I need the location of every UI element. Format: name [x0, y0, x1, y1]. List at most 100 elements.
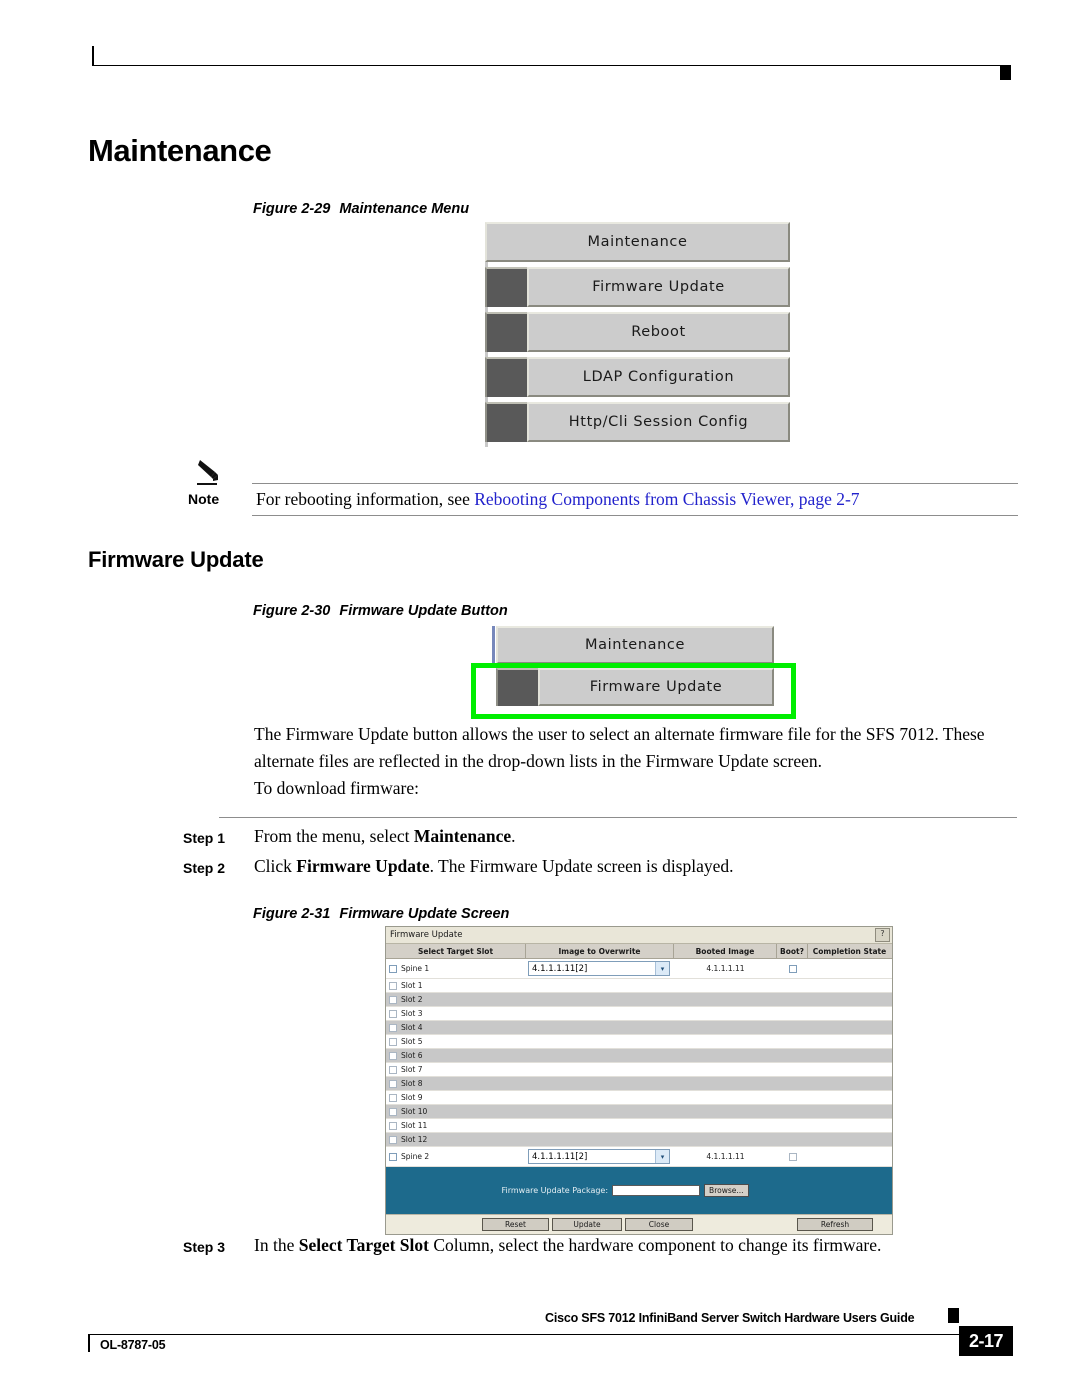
table-row[interactable]: Slot 7 — [386, 1063, 892, 1077]
menu-item-maintenance[interactable]: Maintenance — [496, 626, 774, 664]
cell-image-to-overwrite — [526, 1091, 674, 1104]
firmware-update-window-title: Firmware Update — [390, 930, 463, 940]
menu-item-ldap-configuration-label: LDAP Configuration — [527, 357, 790, 397]
slot-checkbox[interactable] — [389, 1037, 397, 1046]
pencil-icon — [196, 458, 230, 488]
slot-checkbox[interactable] — [389, 1107, 397, 1116]
table-row[interactable]: Slot 12 — [386, 1133, 892, 1147]
cell-select-target-slot: Slot 1 — [386, 979, 526, 992]
cell-booted-image — [674, 1105, 777, 1118]
slot-checkbox[interactable] — [389, 1121, 397, 1130]
chevron-down-icon[interactable]: ▾ — [655, 1150, 669, 1163]
menu-item-ldap-configuration[interactable]: LDAP Configuration — [485, 357, 790, 397]
cell-completion-state — [808, 1119, 891, 1132]
step-2-label: Step 2 — [183, 860, 226, 876]
menu-item-firmware-update[interactable]: Firmware Update — [485, 267, 790, 307]
table-row[interactable]: Slot 6 — [386, 1049, 892, 1063]
boot-checkbox[interactable] — [788, 964, 797, 973]
table-row[interactable]: Slot 2 — [386, 993, 892, 1007]
step-1-text-part2: . — [511, 826, 516, 846]
reset-button[interactable]: Reset — [482, 1218, 549, 1231]
cell-booted-image — [674, 1063, 777, 1076]
image-to-overwrite-select[interactable]: 4.1.1.1.11[2] ▾ — [528, 961, 670, 976]
header-left-tick — [92, 46, 94, 66]
image-to-overwrite-value: 4.1.1.1.11[2] — [532, 963, 588, 974]
cell-completion-state — [808, 1105, 891, 1118]
step-3-text-bold: Select Target Slot — [298, 1235, 429, 1255]
slot-checkbox[interactable] — [389, 1079, 397, 1088]
column-header-completion-state: Completion State — [812, 946, 887, 956]
menu-item-maintenance[interactable]: Maintenance — [485, 222, 790, 262]
slot-checkbox[interactable] — [389, 1051, 397, 1060]
note-link-rebooting-components[interactable]: Rebooting Components from Chassis Viewer… — [474, 489, 859, 509]
figure-2-31-title: Firmware Update Screen — [339, 906, 510, 922]
cell-select-target-slot: Slot 8 — [386, 1077, 526, 1090]
table-row[interactable]: Slot 1 — [386, 979, 892, 993]
firmware-update-package-input[interactable] — [612, 1185, 701, 1196]
table-row[interactable]: Spine 2 4.1.1.1.11[2] ▾ 4.1.1.1.11 — [386, 1147, 892, 1167]
refresh-button[interactable]: Refresh — [797, 1218, 873, 1231]
table-row[interactable]: Slot 10 — [386, 1105, 892, 1119]
figure-2-29-caption: Figure 2-29 Maintenance Menu — [253, 201, 469, 217]
slot-checkbox[interactable] — [389, 1152, 397, 1161]
close-button[interactable]: Close — [625, 1218, 693, 1231]
browse-button[interactable]: Browse... — [704, 1184, 749, 1197]
menu-item-http-cli-session-config[interactable]: Http/Cli Session Config — [485, 402, 790, 442]
slot-label: Slot 3 — [401, 1009, 423, 1018]
column-header-booted-image: Booted Image — [674, 944, 777, 958]
cell-image-to-overwrite — [526, 1077, 674, 1090]
table-row[interactable]: Slot 9 — [386, 1091, 892, 1105]
image-to-overwrite-select[interactable]: 4.1.1.1.11[2] ▾ — [528, 1149, 670, 1164]
slot-checkbox[interactable] — [389, 981, 397, 990]
table-row[interactable]: Slot 5 — [386, 1035, 892, 1049]
slot-label: Slot 12 — [401, 1135, 428, 1144]
table-row[interactable]: Slot 11 — [386, 1119, 892, 1133]
header-line — [92, 65, 1008, 66]
step-3-text: In the Select Target Slot Column, select… — [254, 1235, 881, 1256]
cell-booted-image — [674, 1077, 777, 1090]
cell-completion-state — [808, 1063, 891, 1076]
cell-boot — [777, 1049, 808, 1062]
slot-checkbox[interactable] — [389, 1135, 397, 1144]
slot-checkbox[interactable] — [389, 1093, 397, 1102]
figure-2-31-caption: Figure 2-31 Firmware Update Screen — [253, 906, 509, 922]
paragraph-firmware-description: The Firmware Update button allows the us… — [254, 724, 985, 771]
cell-boot — [777, 1133, 808, 1146]
cell-image-to-overwrite — [526, 979, 674, 992]
step-3-text-part1: In the — [254, 1235, 299, 1255]
slot-checkbox[interactable] — [389, 964, 397, 973]
footer-guide-title: Cisco SFS 7012 InfiniBand Server Switch … — [545, 1311, 915, 1325]
slot-checkbox[interactable] — [389, 1009, 397, 1018]
chevron-down-icon[interactable]: ▾ — [655, 962, 669, 975]
menu-gutter-icon — [485, 267, 527, 307]
step-1-label: Step 1 — [183, 830, 226, 846]
cell-booted-image — [674, 1133, 777, 1146]
cell-completion-state — [808, 993, 891, 1006]
cell-boot — [777, 993, 808, 1006]
help-icon[interactable]: ? — [875, 928, 890, 942]
slot-label: Slot 8 — [401, 1079, 423, 1088]
note-text: For rebooting information, see Rebooting… — [256, 489, 860, 510]
slot-checkbox[interactable] — [389, 1023, 397, 1032]
firmware-update-package-label: Firmware Update Package: — [501, 1186, 609, 1195]
firmware-upload-row: Firmware Update Package: Browse... — [501, 1184, 749, 1197]
table-row[interactable]: Slot 8 — [386, 1077, 892, 1091]
boot-checkbox[interactable] — [788, 1152, 797, 1161]
menu-item-reboot[interactable]: Reboot — [485, 312, 790, 352]
table-row[interactable]: Spine 1 4.1.1.1.11[2] ▾ 4.1.1.1.11 — [386, 959, 892, 979]
cell-select-target-slot: Slot 3 — [386, 1007, 526, 1020]
cell-image-to-overwrite — [526, 993, 674, 1006]
firmware-update-titlebar: Firmware Update ? — [386, 927, 892, 944]
table-row[interactable]: Slot 4 — [386, 1021, 892, 1035]
step-1-text-part1: From the menu, select — [254, 826, 414, 846]
update-button[interactable]: Update — [552, 1218, 622, 1231]
cell-booted-image — [674, 1035, 777, 1048]
footer-right-block — [948, 1308, 959, 1323]
table-row[interactable]: Slot 3 — [386, 1007, 892, 1021]
slot-checkbox[interactable] — [389, 995, 397, 1004]
menu-gutter-icon — [485, 312, 527, 352]
slot-checkbox[interactable] — [389, 1065, 397, 1074]
slot-label: Slot 6 — [401, 1051, 423, 1060]
cell-boot — [777, 1147, 808, 1166]
cell-booted-image: 4.1.1.1.11 — [706, 964, 745, 973]
